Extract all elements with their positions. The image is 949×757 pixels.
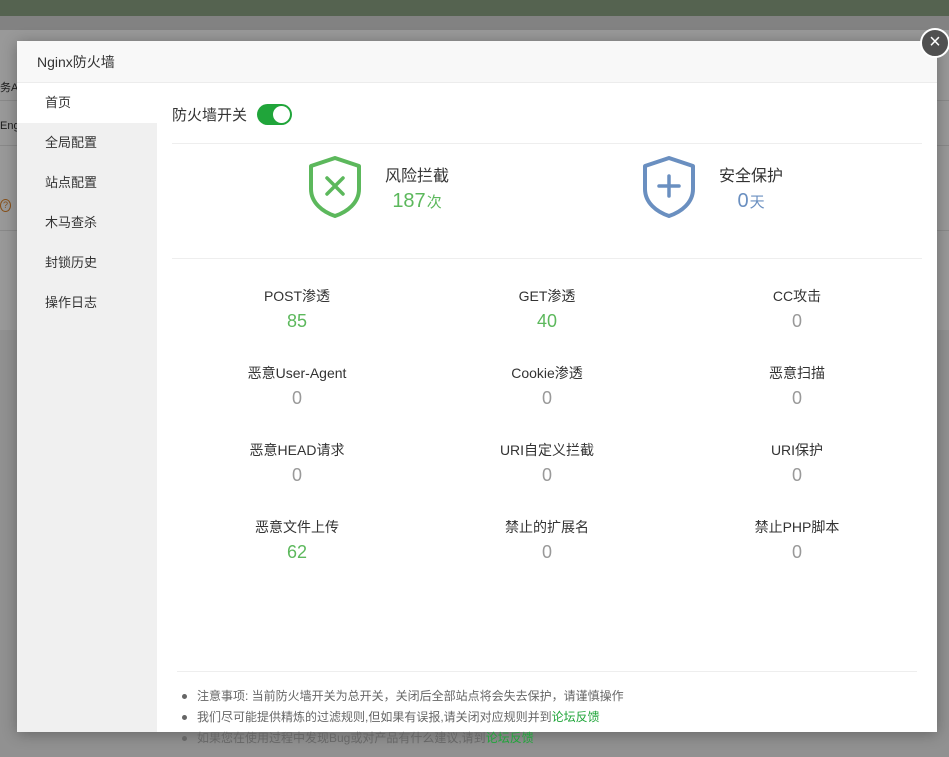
risk-intercept-count: 187 [392,189,426,212]
stat-banned-extension: 禁止的扩展名 0 [505,519,589,562]
stat-uri-protection: URI保护 0 [770,442,824,485]
risk-intercept-summary: 风险拦截 187次 [307,155,449,219]
sidebar: 首页 全局配置 站点配置 木马查杀 封锁历史 操作日志 [17,83,157,732]
firewall-switch-label: 防火墙开关 [172,106,248,124]
forum-feedback-link[interactable]: 论坛反馈 [552,710,600,724]
modal-title: Nginx防火墙 [17,41,937,83]
firewall-switch-row: 防火墙开关 [172,101,293,127]
stat-malicious-upload: 恶意文件上传 62 [255,519,339,562]
protection-label: 安全保护 [719,167,784,185]
firewall-toggle[interactable] [257,103,293,125]
stat-get-injection: GET渗透 40 [518,288,576,331]
sidebar-item-global-config[interactable]: 全局配置 [17,123,157,163]
sidebar-item-operation-log[interactable]: 操作日志 [17,283,157,323]
stat-banned-php: 禁止PHP脚本 0 [754,519,840,562]
note-item: 注意事项: 当前防火墙开关为总开关，关闭后全部站点将会失去保护，请谨慎操作 [177,686,917,707]
note-item: 如果您在使用过程中发现Bug或对产品有什么建议,请到论坛反馈 [177,728,917,749]
notes-list: 注意事项: 当前防火墙开关为总开关，关闭后全部站点将会失去保护，请谨慎操作 我们… [177,671,917,749]
protection-unit: 天 [749,193,765,211]
stat-malicious-scan: 恶意扫描 0 [769,365,825,408]
sidebar-item-site-config[interactable]: 站点配置 [17,163,157,203]
protection-summary: 安全保护 0天 [641,155,783,219]
shield-plus-icon [643,156,695,218]
close-icon[interactable]: × [920,28,949,58]
shield-x-icon [309,156,361,218]
stat-cc-attack: CC攻击 0 [772,288,822,331]
risk-intercept-value: 187次 [385,190,449,213]
divider [172,258,922,259]
forum-feedback-link[interactable]: 论坛反馈 [486,731,534,745]
note-item: 我们尽可能提供精炼的过滤规则,但如果有误报,请关闭对应规则并到论坛反馈 [177,707,917,728]
divider [172,143,922,144]
stat-malicious-user-agent: 恶意User-Agent 0 [247,365,347,408]
sidebar-item-home[interactable]: 首页 [17,83,157,123]
stat-post-injection: POST渗透 85 [263,288,331,331]
risk-intercept-unit: 次 [426,193,442,211]
sidebar-item-trojan-scan[interactable]: 木马查杀 [17,203,157,243]
protection-days: 0 [737,189,749,212]
sidebar-item-block-history[interactable]: 封锁历史 [17,243,157,283]
stat-uri-custom-block: URI自定义拦截 0 [499,442,595,485]
firewall-modal: Nginx防火墙 首页 全局配置 站点配置 木马查杀 封锁历史 操作日志 防火墙… [17,41,937,745]
risk-intercept-label: 风险拦截 [385,167,450,185]
main-content: 防火墙开关 风险拦截 187次 安全保护 0天 POST渗透 85 GET渗透 … [157,83,937,745]
protection-value: 0天 [719,190,783,213]
stat-cookie-injection: Cookie渗透 0 [511,365,583,408]
toggle-knob [273,105,291,123]
stat-malicious-head: 恶意HEAD请求 0 [249,442,345,485]
